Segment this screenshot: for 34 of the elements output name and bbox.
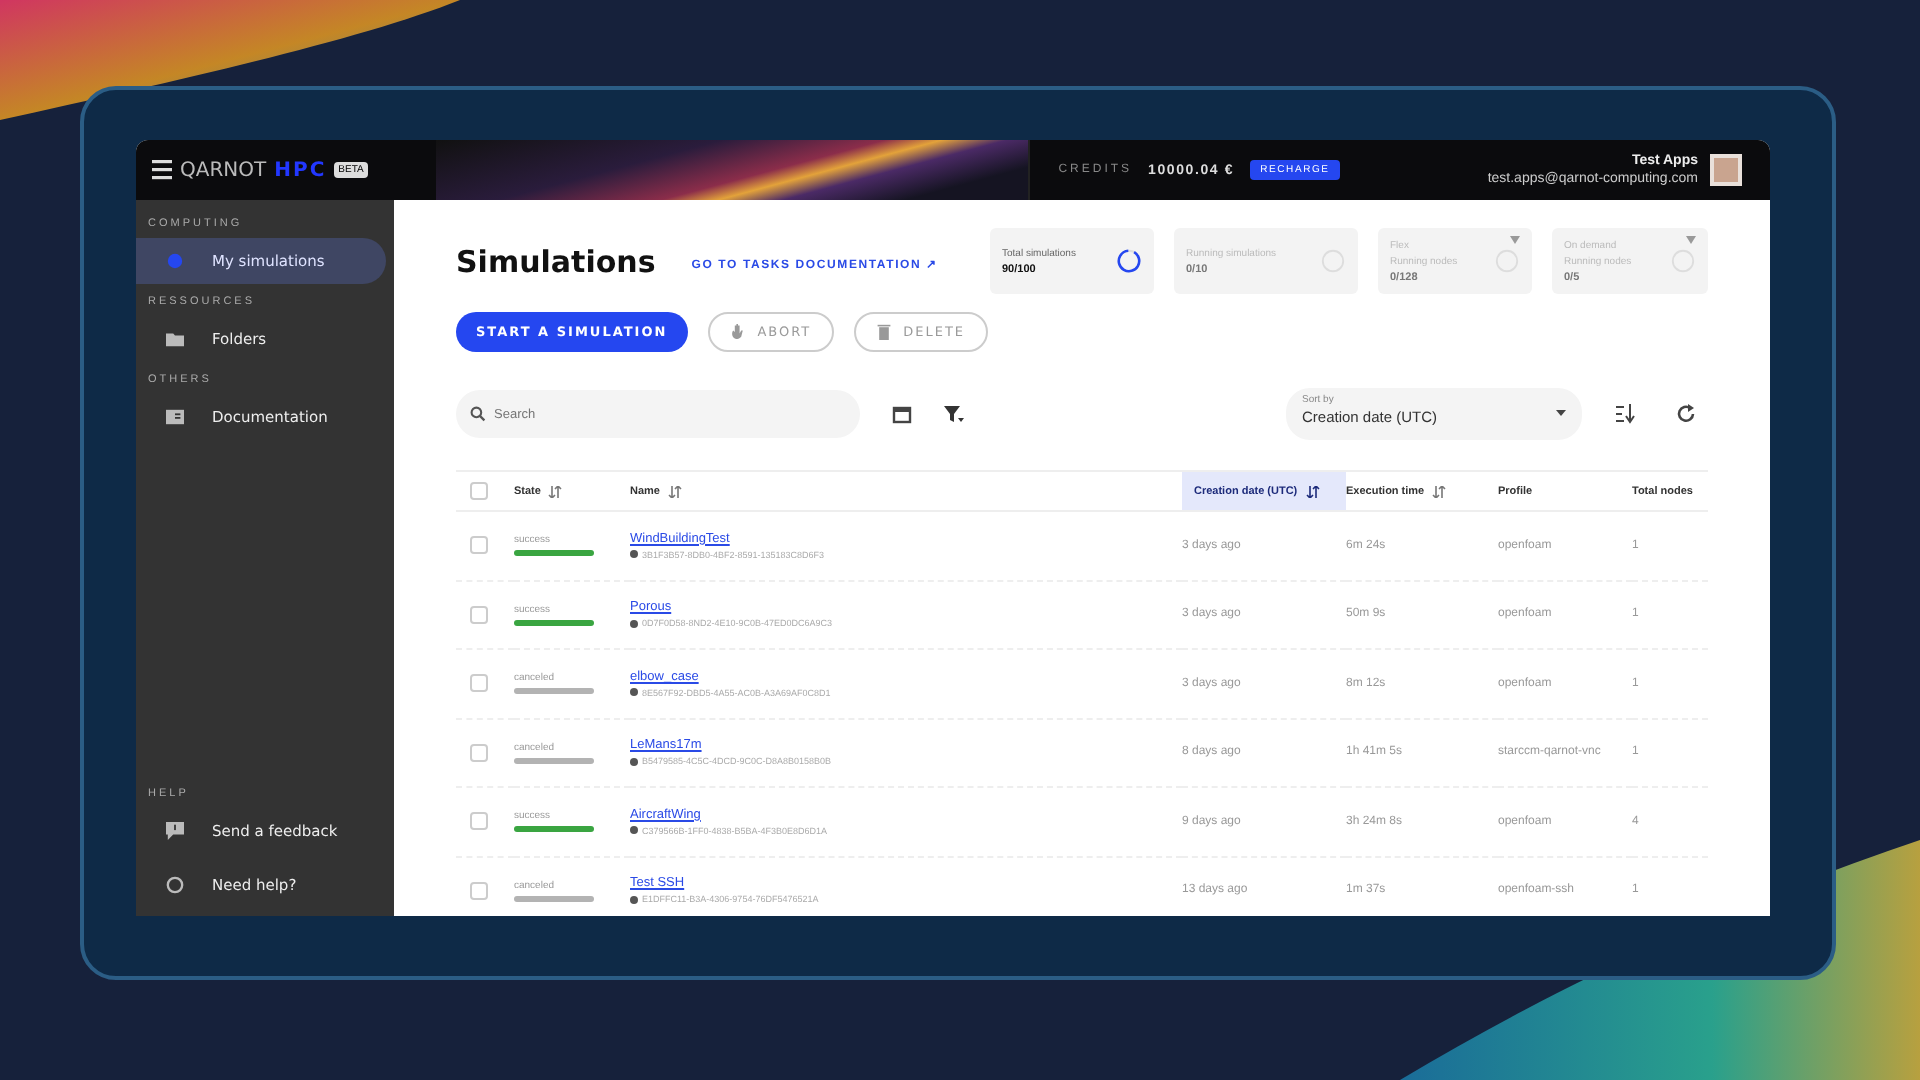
checkbox[interactable] [470, 674, 488, 693]
filter-icon[interactable] [944, 404, 964, 424]
page-title: Simulations [456, 244, 656, 280]
folder-icon [166, 330, 184, 348]
dot-icon [630, 688, 638, 697]
circle-icon [166, 876, 184, 894]
product-name: HPC [274, 159, 327, 181]
dot-icon [630, 826, 638, 835]
checkbox[interactable] [470, 743, 488, 762]
book-icon [166, 408, 184, 426]
menu-icon[interactable] [152, 160, 172, 180]
checkbox[interactable] [470, 881, 488, 900]
trash-icon [875, 324, 892, 340]
sort-icon [1432, 485, 1447, 497]
sort-icon [548, 485, 563, 497]
sort-icon [1305, 485, 1320, 497]
checkbox[interactable] [470, 812, 488, 831]
dot-icon [630, 619, 638, 628]
calendar-icon[interactable] [892, 404, 912, 424]
refresh-icon[interactable] [1676, 404, 1696, 424]
avatar-icon[interactable] [1710, 154, 1742, 186]
checkbox[interactable] [470, 605, 488, 624]
dot-icon [630, 895, 638, 904]
checkbox[interactable] [470, 536, 488, 555]
brand-name: QARNOT [180, 159, 267, 181]
dot-icon [630, 550, 638, 559]
sort-icon [667, 485, 682, 497]
dot-icon [166, 252, 184, 270]
checkbox[interactable] [470, 482, 488, 500]
hand-icon [729, 324, 746, 340]
speech-bubble-icon [166, 822, 184, 840]
caret-icon [1556, 410, 1566, 416]
sort-order-icon[interactable] [1616, 404, 1636, 424]
dot-icon [630, 757, 638, 766]
